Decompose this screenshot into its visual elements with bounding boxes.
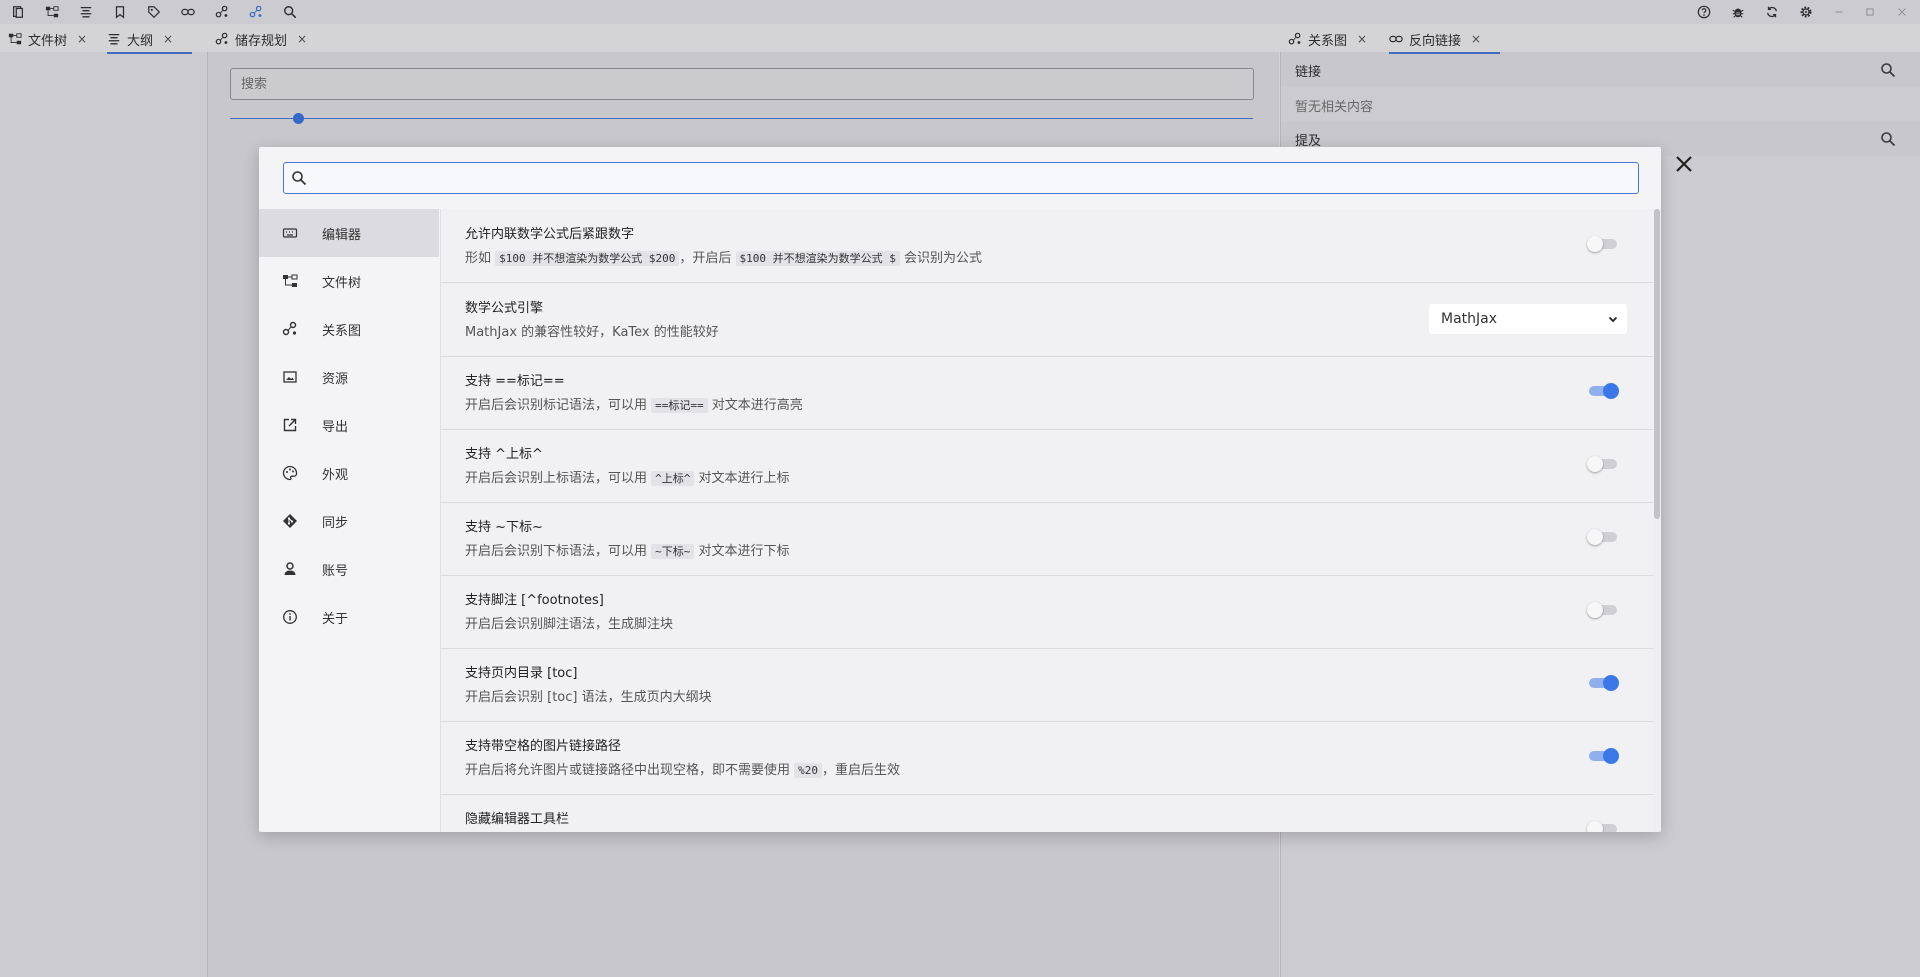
desc-code: ^上标^	[651, 471, 695, 486]
settings-dialog: 编辑器 文件树 关系图 资源 导出 外观 同步 账号 关于 允许内联数学公式后紧…	[259, 147, 1661, 832]
settings-scrollbar[interactable]	[1653, 209, 1661, 832]
desc-text: 形如	[465, 251, 492, 266]
file-tree-icon	[283, 274, 298, 287]
setting-toc: 支持页内目录 [toc] 开启后会识别 [toc] 语法，生成页内大纲块	[441, 648, 1653, 722]
nav-item-account[interactable]: 账号	[259, 545, 439, 593]
settings-search-input[interactable]	[313, 164, 1638, 192]
nav-item-sync[interactable]: 同步	[259, 497, 439, 545]
nav-item-export[interactable]: 导出	[259, 401, 439, 449]
palette-icon	[282, 465, 298, 481]
subscript-toggle[interactable]	[1587, 529, 1617, 545]
setting-footnotes: 支持脚注 [^footnotes] 开启后会识别脚注语法，生成脚注块	[441, 575, 1653, 649]
setting-subscript: 支持 ~下标~ 开启后会识别下标语法，可以用 ~下标~ 对文本进行下标	[441, 502, 1653, 576]
inline-math-toggle[interactable]	[1587, 236, 1617, 252]
nav-item-assets[interactable]: 资源	[259, 353, 439, 401]
select-value: MathJax	[1441, 311, 1498, 327]
setting-hide-toolbar: 隐藏编辑器工具栏	[441, 794, 1653, 832]
desc-text: 开启后会识别上标语法，可以用	[465, 471, 648, 486]
nav-item-file-tree[interactable]: 文件树	[259, 257, 439, 305]
setting-title: 支持 ~下标~	[465, 520, 543, 535]
math-engine-select[interactable]: MathJax	[1429, 304, 1627, 334]
setting-title: 支持 ==标记==	[465, 374, 565, 389]
setting-title: 数学公式引擎	[465, 301, 544, 316]
setting-title: 隐藏编辑器工具栏	[465, 812, 570, 827]
superscript-toggle[interactable]	[1587, 456, 1617, 472]
setting-description: 开启后会识别下标语法，可以用 ~下标~ 对文本进行下标	[465, 540, 790, 559]
setting-description: 开启后会识别上标语法，可以用 ^上标^ 对文本进行上标	[465, 467, 790, 486]
desc-code: %20	[794, 763, 823, 778]
space-in-paths-toggle[interactable]	[1589, 748, 1619, 764]
setting-description: MathJax 的兼容性较好，KaTex 的性能较好	[465, 325, 719, 340]
nav-item-label: 外观	[322, 467, 349, 483]
git-icon	[283, 514, 297, 528]
toggle-knob	[1603, 748, 1619, 764]
setting-space-in-paths: 支持带空格的图片链接路径 开启后将允许图片或链接路径中出现空格，即不需要使用 %…	[441, 721, 1653, 795]
setting-title: 支持脚注 [^footnotes]	[465, 593, 604, 608]
desc-code: ==标记==	[651, 398, 708, 413]
desc-text: ，开启后	[679, 251, 732, 266]
setting-description: 开启后会识别标记语法，可以用 ==标记== 对文本进行高亮	[465, 394, 803, 413]
toggle-knob	[1587, 602, 1603, 618]
settings-content: 允许内联数学公式后紧跟数字 形如 $100 并不想渲染为数学公式 $200 ，开启…	[440, 209, 1653, 832]
nav-item-label: 关系图	[322, 323, 362, 339]
graph-icon	[282, 321, 297, 336]
nav-item-label: 账号	[322, 563, 349, 579]
setting-title: 支持带空格的图片链接路径	[465, 739, 622, 754]
close-settings-icon[interactable]	[1672, 152, 1696, 176]
nav-item-about[interactable]: 关于	[259, 593, 439, 641]
nav-item-label: 资源	[322, 371, 349, 387]
toc-toggle[interactable]	[1589, 675, 1619, 691]
desc-text: 对文本进行高亮	[711, 398, 803, 413]
nav-item-label: 同步	[322, 515, 349, 531]
desc-code: ~下标~	[651, 544, 695, 559]
setting-description: 开启后会识别 [toc] 语法，生成页内大纲块	[465, 690, 712, 705]
desc-text: 会识别为公式	[904, 251, 983, 266]
setting-title: 支持 ^上标^	[465, 447, 543, 462]
mark-syntax-toggle[interactable]	[1589, 383, 1619, 399]
setting-inline-math-numbers: 允许内联数学公式后紧跟数字 形如 $100 并不想渲染为数学公式 $200 ，开启…	[441, 209, 1653, 283]
toggle-knob	[1587, 821, 1603, 832]
export-icon	[283, 418, 297, 432]
setting-math-engine: 数学公式引擎 MathJax 的兼容性较好，KaTex 的性能较好 MathJa…	[441, 283, 1653, 357]
toggle-knob	[1587, 236, 1603, 252]
search-icon	[292, 171, 307, 186]
setting-description: 开启后将允许图片或链接路径中出现空格，即不需要使用 %20 ，重启后生效	[465, 759, 900, 778]
settings-nav: 编辑器 文件树 关系图 资源 导出 外观 同步 账号 关于	[259, 209, 439, 832]
nav-item-graph[interactable]: 关系图	[259, 305, 439, 353]
desc-code: $100 并不想渲染为数学公式 $200	[495, 251, 680, 266]
nav-item-label: 导出	[322, 419, 349, 435]
setting-title: 允许内联数学公式后紧跟数字	[465, 227, 635, 242]
toggle-knob	[1587, 529, 1603, 545]
setting-description: 形如 $100 并不想渲染为数学公式 $200 ，开启后 $100 并不想渲染为数…	[465, 247, 982, 266]
desc-text: 开启后会识别下标语法，可以用	[465, 544, 648, 559]
nav-item-label: 关于	[322, 611, 349, 627]
info-icon	[283, 610, 297, 624]
desc-text: ，重启后生效	[822, 763, 901, 778]
nav-item-label: 文件树	[322, 275, 362, 291]
chevron-down-icon	[1608, 316, 1618, 323]
image-icon	[283, 371, 297, 383]
desc-text: 对文本进行下标	[698, 544, 790, 559]
setting-description: 开启后会识别脚注语法，生成脚注块	[465, 617, 674, 632]
setting-mark-syntax: 支持 ==标记== 开启后会识别标记语法，可以用 ==标记== 对文本进行高亮	[441, 356, 1653, 430]
keyboard-icon	[282, 228, 298, 238]
nav-item-label: 编辑器	[322, 227, 362, 243]
hide-toolbar-toggle[interactable]	[1587, 821, 1617, 832]
setting-superscript: 支持 ^上标^ 开启后会识别上标语法，可以用 ^上标^ 对文本进行上标	[441, 429, 1653, 503]
scrollbar-thumb[interactable]	[1654, 209, 1660, 519]
toggle-knob	[1603, 383, 1619, 399]
desc-code: $100 并不想渲染为数学公式 $	[735, 251, 900, 266]
desc-text: 开启后会识别标记语法，可以用	[465, 398, 648, 413]
account-icon	[284, 562, 296, 575]
toggle-knob	[1603, 675, 1619, 691]
desc-text: 对文本进行上标	[698, 471, 790, 486]
nav-item-appearance[interactable]: 外观	[259, 449, 439, 497]
desc-text: 开启后将允许图片或链接路径中出现空格，即不需要使用	[465, 763, 791, 778]
footnotes-toggle[interactable]	[1587, 602, 1617, 618]
setting-title: 支持页内目录 [toc]	[465, 666, 578, 681]
settings-search-field[interactable]	[283, 162, 1639, 194]
toggle-knob	[1587, 456, 1603, 472]
nav-item-editor[interactable]: 编辑器	[259, 209, 439, 257]
